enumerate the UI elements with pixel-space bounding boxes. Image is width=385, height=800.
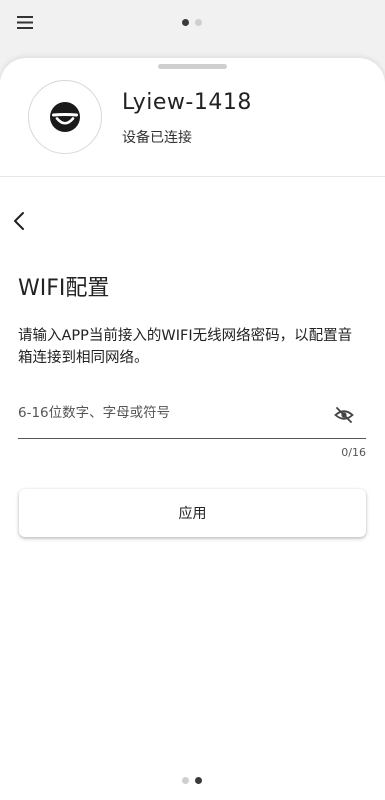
apply-button[interactable]: 应用 (19, 489, 366, 537)
page-dot-2[interactable] (195, 19, 202, 26)
password-field (18, 398, 366, 439)
menu-icon[interactable] (16, 14, 36, 32)
visibility-off-icon[interactable] (334, 406, 354, 424)
sheet-drag-handle[interactable] (158, 64, 227, 69)
section-divider (0, 176, 385, 177)
top-bar (0, 0, 385, 48)
smiley-logo-icon (50, 102, 80, 132)
char-counter: 0/16 (341, 446, 366, 459)
description-text: 请输入APP当前接入的WIFI无线网络密码，以配置音箱连接到相同网络。 (18, 328, 353, 366)
device-status: 设备已连接 (122, 130, 192, 146)
page-dot-1[interactable] (182, 19, 189, 26)
password-input[interactable] (18, 398, 328, 428)
page-dot-2[interactable] (195, 777, 202, 784)
chevron-left-icon[interactable] (8, 208, 32, 234)
page-title: WIFI配置 (18, 276, 110, 301)
device-name: Lyiew-1418 (122, 90, 252, 115)
page-indicator-bottom (182, 777, 202, 784)
page-dot-1[interactable] (182, 777, 189, 784)
device-avatar (28, 80, 102, 154)
page-indicator-top (182, 19, 202, 26)
